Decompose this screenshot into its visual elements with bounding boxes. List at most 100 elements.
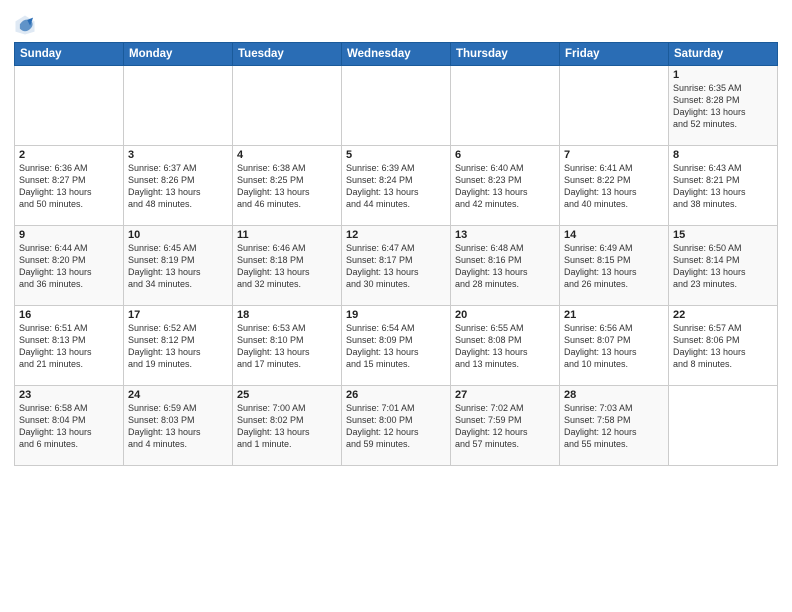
day-cell: 3Sunrise: 6:37 AM Sunset: 8:26 PM Daylig…: [124, 146, 233, 226]
day-info: Sunrise: 6:57 AM Sunset: 8:06 PM Dayligh…: [673, 322, 773, 371]
day-number: 7: [564, 149, 664, 161]
day-cell: 22Sunrise: 6:57 AM Sunset: 8:06 PM Dayli…: [669, 306, 778, 386]
day-info: Sunrise: 6:38 AM Sunset: 8:25 PM Dayligh…: [237, 162, 337, 211]
day-number: 13: [455, 229, 555, 241]
day-info: Sunrise: 6:41 AM Sunset: 8:22 PM Dayligh…: [564, 162, 664, 211]
day-info: Sunrise: 6:55 AM Sunset: 8:08 PM Dayligh…: [455, 322, 555, 371]
day-cell: 5Sunrise: 6:39 AM Sunset: 8:24 PM Daylig…: [342, 146, 451, 226]
day-cell: [669, 386, 778, 466]
day-cell: 26Sunrise: 7:01 AM Sunset: 8:00 PM Dayli…: [342, 386, 451, 466]
day-cell: [15, 66, 124, 146]
day-number: 12: [346, 229, 446, 241]
day-info: Sunrise: 7:02 AM Sunset: 7:59 PM Dayligh…: [455, 402, 555, 451]
week-row-2: 9Sunrise: 6:44 AM Sunset: 8:20 PM Daylig…: [15, 226, 778, 306]
day-cell: 13Sunrise: 6:48 AM Sunset: 8:16 PM Dayli…: [451, 226, 560, 306]
day-cell: 8Sunrise: 6:43 AM Sunset: 8:21 PM Daylig…: [669, 146, 778, 226]
day-info: Sunrise: 6:54 AM Sunset: 8:09 PM Dayligh…: [346, 322, 446, 371]
day-number: 15: [673, 229, 773, 241]
week-row-4: 23Sunrise: 6:58 AM Sunset: 8:04 PM Dayli…: [15, 386, 778, 466]
day-info: Sunrise: 6:46 AM Sunset: 8:18 PM Dayligh…: [237, 242, 337, 291]
day-info: Sunrise: 6:39 AM Sunset: 8:24 PM Dayligh…: [346, 162, 446, 211]
day-info: Sunrise: 6:50 AM Sunset: 8:14 PM Dayligh…: [673, 242, 773, 291]
day-cell: 24Sunrise: 6:59 AM Sunset: 8:03 PM Dayli…: [124, 386, 233, 466]
day-number: 16: [19, 309, 119, 321]
logo: [14, 14, 39, 36]
day-info: Sunrise: 6:43 AM Sunset: 8:21 PM Dayligh…: [673, 162, 773, 211]
day-info: Sunrise: 7:00 AM Sunset: 8:02 PM Dayligh…: [237, 402, 337, 451]
day-cell: 12Sunrise: 6:47 AM Sunset: 8:17 PM Dayli…: [342, 226, 451, 306]
day-cell: 23Sunrise: 6:58 AM Sunset: 8:04 PM Dayli…: [15, 386, 124, 466]
day-cell: 9Sunrise: 6:44 AM Sunset: 8:20 PM Daylig…: [15, 226, 124, 306]
header-cell-sunday: Sunday: [15, 43, 124, 66]
day-number: 1: [673, 69, 773, 81]
day-number: 20: [455, 309, 555, 321]
day-cell: 4Sunrise: 6:38 AM Sunset: 8:25 PM Daylig…: [233, 146, 342, 226]
day-cell: [560, 66, 669, 146]
week-row-0: 1Sunrise: 6:35 AM Sunset: 8:28 PM Daylig…: [15, 66, 778, 146]
day-cell: 7Sunrise: 6:41 AM Sunset: 8:22 PM Daylig…: [560, 146, 669, 226]
day-info: Sunrise: 6:36 AM Sunset: 8:27 PM Dayligh…: [19, 162, 119, 211]
day-info: Sunrise: 7:03 AM Sunset: 7:58 PM Dayligh…: [564, 402, 664, 451]
header-cell-saturday: Saturday: [669, 43, 778, 66]
header-cell-tuesday: Tuesday: [233, 43, 342, 66]
day-number: 9: [19, 229, 119, 241]
header-cell-monday: Monday: [124, 43, 233, 66]
day-info: Sunrise: 6:52 AM Sunset: 8:12 PM Dayligh…: [128, 322, 228, 371]
day-number: 17: [128, 309, 228, 321]
day-cell: 25Sunrise: 7:00 AM Sunset: 8:02 PM Dayli…: [233, 386, 342, 466]
day-number: 22: [673, 309, 773, 321]
day-info: Sunrise: 6:51 AM Sunset: 8:13 PM Dayligh…: [19, 322, 119, 371]
day-number: 4: [237, 149, 337, 161]
day-info: Sunrise: 6:48 AM Sunset: 8:16 PM Dayligh…: [455, 242, 555, 291]
day-number: 8: [673, 149, 773, 161]
day-info: Sunrise: 6:56 AM Sunset: 8:07 PM Dayligh…: [564, 322, 664, 371]
header-cell-thursday: Thursday: [451, 43, 560, 66]
day-cell: 17Sunrise: 6:52 AM Sunset: 8:12 PM Dayli…: [124, 306, 233, 386]
day-number: 26: [346, 389, 446, 401]
day-number: 19: [346, 309, 446, 321]
day-number: 18: [237, 309, 337, 321]
day-info: Sunrise: 6:58 AM Sunset: 8:04 PM Dayligh…: [19, 402, 119, 451]
day-number: 6: [455, 149, 555, 161]
logo-icon: [14, 14, 36, 36]
day-number: 3: [128, 149, 228, 161]
day-cell: [124, 66, 233, 146]
day-cell: 21Sunrise: 6:56 AM Sunset: 8:07 PM Dayli…: [560, 306, 669, 386]
day-info: Sunrise: 6:53 AM Sunset: 8:10 PM Dayligh…: [237, 322, 337, 371]
day-cell: 15Sunrise: 6:50 AM Sunset: 8:14 PM Dayli…: [669, 226, 778, 306]
day-cell: 14Sunrise: 6:49 AM Sunset: 8:15 PM Dayli…: [560, 226, 669, 306]
day-cell: [233, 66, 342, 146]
page: SundayMondayTuesdayWednesdayThursdayFrid…: [0, 0, 792, 612]
header: [14, 10, 778, 36]
day-info: Sunrise: 6:37 AM Sunset: 8:26 PM Dayligh…: [128, 162, 228, 211]
header-cell-friday: Friday: [560, 43, 669, 66]
day-cell: [451, 66, 560, 146]
day-info: Sunrise: 6:49 AM Sunset: 8:15 PM Dayligh…: [564, 242, 664, 291]
week-row-1: 2Sunrise: 6:36 AM Sunset: 8:27 PM Daylig…: [15, 146, 778, 226]
header-cell-wednesday: Wednesday: [342, 43, 451, 66]
day-info: Sunrise: 6:45 AM Sunset: 8:19 PM Dayligh…: [128, 242, 228, 291]
day-cell: 19Sunrise: 6:54 AM Sunset: 8:09 PM Dayli…: [342, 306, 451, 386]
day-cell: 2Sunrise: 6:36 AM Sunset: 8:27 PM Daylig…: [15, 146, 124, 226]
day-cell: 6Sunrise: 6:40 AM Sunset: 8:23 PM Daylig…: [451, 146, 560, 226]
day-info: Sunrise: 7:01 AM Sunset: 8:00 PM Dayligh…: [346, 402, 446, 451]
day-cell: [342, 66, 451, 146]
day-number: 28: [564, 389, 664, 401]
day-number: 21: [564, 309, 664, 321]
day-info: Sunrise: 6:59 AM Sunset: 8:03 PM Dayligh…: [128, 402, 228, 451]
day-cell: 27Sunrise: 7:02 AM Sunset: 7:59 PM Dayli…: [451, 386, 560, 466]
day-number: 2: [19, 149, 119, 161]
day-number: 24: [128, 389, 228, 401]
day-info: Sunrise: 6:44 AM Sunset: 8:20 PM Dayligh…: [19, 242, 119, 291]
day-number: 23: [19, 389, 119, 401]
day-number: 14: [564, 229, 664, 241]
day-cell: 20Sunrise: 6:55 AM Sunset: 8:08 PM Dayli…: [451, 306, 560, 386]
day-number: 25: [237, 389, 337, 401]
day-info: Sunrise: 6:40 AM Sunset: 8:23 PM Dayligh…: [455, 162, 555, 211]
day-info: Sunrise: 6:47 AM Sunset: 8:17 PM Dayligh…: [346, 242, 446, 291]
day-cell: 28Sunrise: 7:03 AM Sunset: 7:58 PM Dayli…: [560, 386, 669, 466]
day-number: 5: [346, 149, 446, 161]
calendar-table: SundayMondayTuesdayWednesdayThursdayFrid…: [14, 42, 778, 466]
day-number: 27: [455, 389, 555, 401]
day-cell: 11Sunrise: 6:46 AM Sunset: 8:18 PM Dayli…: [233, 226, 342, 306]
